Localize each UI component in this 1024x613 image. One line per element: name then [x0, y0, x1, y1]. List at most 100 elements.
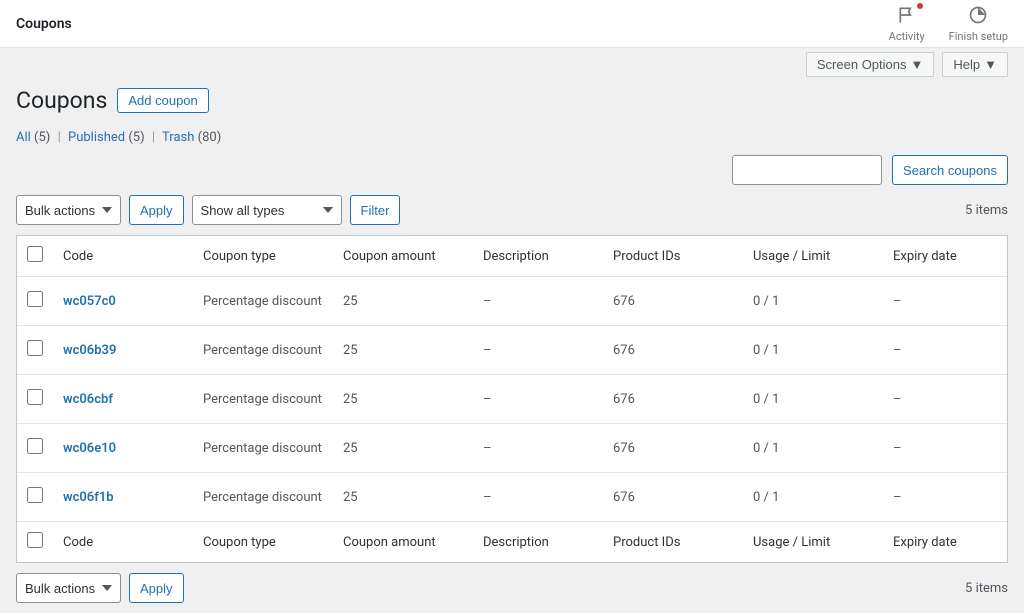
- coupons-table: Code Coupon type Coupon amount Descripti…: [16, 235, 1008, 563]
- row-checkbox[interactable]: [27, 340, 43, 356]
- product-ids-column-footer: Product IDs: [603, 522, 743, 563]
- search-input[interactable]: [732, 155, 882, 185]
- product-ids-cell: 676: [603, 326, 743, 375]
- row-checkbox[interactable]: [27, 487, 43, 503]
- usage-column-footer: Usage / Limit: [743, 522, 883, 563]
- expiry-cell: –: [883, 326, 1007, 375]
- table-row: wc06cbf Percentage discount 25 – 676 0 /…: [17, 375, 1007, 424]
- filter-trash-count: (80): [198, 130, 222, 145]
- code-column-footer[interactable]: Code: [53, 522, 193, 563]
- coupon-code-link[interactable]: wc057c0: [63, 294, 116, 309]
- item-count-top: 5 items: [965, 203, 1008, 218]
- separator: |: [54, 130, 65, 145]
- search-coupons-button[interactable]: Search coupons: [892, 155, 1008, 185]
- usage-cell: 0 / 1: [743, 277, 883, 326]
- flag-icon: [897, 5, 917, 30]
- topbar-actions: Activity Finish setup: [889, 5, 1008, 43]
- row-checkbox[interactable]: [27, 389, 43, 405]
- filter-all-link[interactable]: All: [16, 130, 31, 145]
- search-row: Search coupons: [0, 155, 1024, 195]
- product-ids-cell: 676: [603, 277, 743, 326]
- amount-column-header: Coupon amount: [333, 236, 473, 277]
- separator: |: [148, 130, 159, 145]
- code-column-header[interactable]: Code: [53, 236, 193, 277]
- coupon-code-link[interactable]: wc06f1b: [63, 490, 114, 505]
- caret-down-icon: ▼: [911, 57, 924, 72]
- type-filter-select[interactable]: Show all types: [192, 195, 342, 225]
- coupon-type-cell: Percentage discount: [193, 277, 333, 326]
- filter-published-link[interactable]: Published: [68, 130, 125, 145]
- finish-setup-label: Finish setup: [949, 30, 1008, 43]
- description-cell: –: [473, 326, 603, 375]
- select-all-checkbox[interactable]: [27, 246, 43, 262]
- bulk-actions-select[interactable]: Bulk actions: [16, 195, 121, 225]
- product-ids-column-header: Product IDs: [603, 236, 743, 277]
- expiry-cell: –: [883, 277, 1007, 326]
- coupon-amount-cell: 25: [333, 277, 473, 326]
- description-cell: –: [473, 473, 603, 522]
- table-row: wc06f1b Percentage discount 25 – 676 0 /…: [17, 473, 1007, 522]
- product-ids-cell: 676: [603, 424, 743, 473]
- row-checkbox[interactable]: [27, 291, 43, 307]
- description-cell: –: [473, 277, 603, 326]
- expiry-cell: –: [883, 375, 1007, 424]
- page-header: Coupons Add coupon: [0, 77, 1024, 130]
- apply-bulk-button[interactable]: Apply: [129, 195, 184, 225]
- pie-icon: [968, 5, 988, 30]
- help-label: Help: [953, 57, 980, 72]
- coupon-type-cell: Percentage discount: [193, 473, 333, 522]
- coupon-type-cell: Percentage discount: [193, 326, 333, 375]
- filter-all-count: (5): [34, 130, 50, 145]
- table-row: wc06b39 Percentage discount 25 – 676 0 /…: [17, 326, 1007, 375]
- table-row: wc06e10 Percentage discount 25 – 676 0 /…: [17, 424, 1007, 473]
- type-column-footer: Coupon type: [193, 522, 333, 563]
- coupon-type-cell: Percentage discount: [193, 375, 333, 424]
- coupon-amount-cell: 25: [333, 326, 473, 375]
- notification-dot-icon: [917, 3, 923, 9]
- usage-cell: 0 / 1: [743, 326, 883, 375]
- page-title: Coupons: [16, 87, 107, 114]
- activity-label: Activity: [889, 30, 925, 43]
- table-row: wc057c0 Percentage discount 25 – 676 0 /…: [17, 277, 1007, 326]
- screen-options-row: Screen Options ▼ Help ▼: [0, 48, 1024, 77]
- product-ids-cell: 676: [603, 473, 743, 522]
- topbar-title: Coupons: [16, 16, 72, 32]
- amount-column-footer: Coupon amount: [333, 522, 473, 563]
- apply-bulk-button-bottom[interactable]: Apply: [129, 573, 184, 603]
- activity-button[interactable]: Activity: [889, 5, 925, 43]
- status-filter-links: All (5) | Published (5) | Trash (80): [0, 130, 1024, 155]
- product-ids-cell: 676: [603, 375, 743, 424]
- table-top-toolbar: Bulk actions Apply Show all types Filter…: [0, 195, 1024, 235]
- select-all-checkbox-footer[interactable]: [27, 532, 43, 548]
- description-cell: –: [473, 375, 603, 424]
- description-column-footer: Description: [473, 522, 603, 563]
- row-checkbox[interactable]: [27, 438, 43, 454]
- expiry-cell: –: [883, 473, 1007, 522]
- coupon-amount-cell: 25: [333, 473, 473, 522]
- usage-cell: 0 / 1: [743, 375, 883, 424]
- description-cell: –: [473, 424, 603, 473]
- item-count-bottom: 5 items: [965, 581, 1008, 596]
- expiry-column-footer: Expiry date: [883, 522, 1007, 563]
- description-column-header: Description: [473, 236, 603, 277]
- add-coupon-button[interactable]: Add coupon: [117, 88, 208, 113]
- coupon-amount-cell: 25: [333, 424, 473, 473]
- filter-button[interactable]: Filter: [350, 195, 401, 225]
- filter-trash-link[interactable]: Trash: [162, 130, 194, 145]
- table-bottom-toolbar: Bulk actions Apply 5 items: [0, 563, 1024, 613]
- bulk-actions-select-bottom[interactable]: Bulk actions: [16, 573, 121, 603]
- finish-setup-button[interactable]: Finish setup: [949, 5, 1008, 43]
- caret-down-icon: ▼: [984, 57, 997, 72]
- screen-options-button[interactable]: Screen Options ▼: [806, 52, 934, 77]
- usage-cell: 0 / 1: [743, 473, 883, 522]
- filter-published-count: (5): [128, 130, 144, 145]
- help-button[interactable]: Help ▼: [942, 52, 1008, 77]
- coupon-code-link[interactable]: wc06b39: [63, 343, 116, 358]
- type-column-header: Coupon type: [193, 236, 333, 277]
- coupon-code-link[interactable]: wc06e10: [63, 441, 116, 456]
- expiry-cell: –: [883, 424, 1007, 473]
- coupon-code-link[interactable]: wc06cbf: [63, 392, 113, 407]
- coupon-type-cell: Percentage discount: [193, 424, 333, 473]
- expiry-column-header: Expiry date: [883, 236, 1007, 277]
- screen-options-label: Screen Options: [817, 57, 907, 72]
